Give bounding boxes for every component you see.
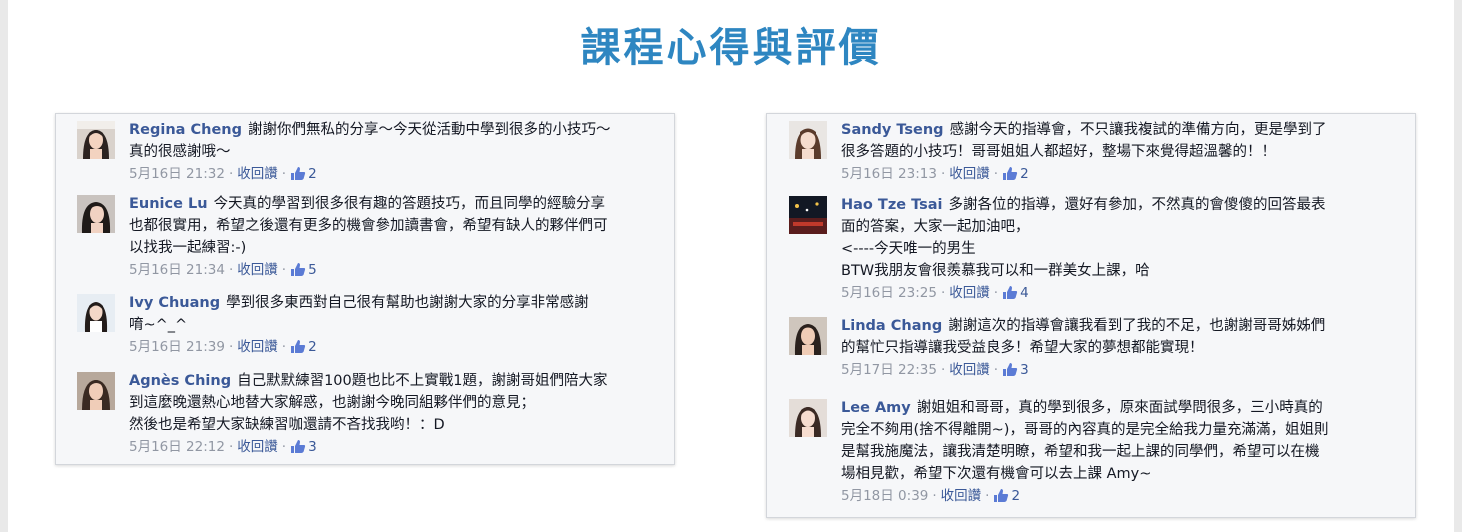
thumbs-up-icon	[290, 339, 306, 361]
thumbs-up-icon	[290, 262, 306, 284]
comments-panel-left: Regina Cheng 謝謝你們無私的分享～今天從活動中學到很多的小技巧～ 真的…	[55, 113, 675, 465]
comment-author[interactable]: Agnès Ching	[129, 373, 231, 389]
comment-meta: 5月16日 21:32 · 收回讚 · 2	[129, 163, 667, 188]
comment-author[interactable]: Eunice Lu	[129, 196, 208, 212]
unlike-link[interactable]: 收回讚	[949, 166, 990, 182]
avatar[interactable]	[789, 399, 827, 437]
page-gutter-left	[0, 0, 8, 532]
page-title: 課程心得與評價	[580, 25, 882, 71]
avatar[interactable]	[77, 372, 115, 410]
comment-meta: 5月16日 21:34 · 收回讚 · 5	[129, 259, 667, 284]
comment-meta: 5月18日 0:39 · 收回讚 · 2	[841, 485, 1409, 510]
thumbs-up-icon	[993, 488, 1009, 510]
like-count[interactable]: 2	[1020, 166, 1029, 182]
avatar[interactable]	[789, 196, 827, 234]
thumbs-up-icon	[1002, 362, 1018, 384]
thumbs-up-icon	[290, 166, 306, 188]
unlike-link[interactable]: 收回讚	[237, 439, 278, 455]
comment-author[interactable]: Lee Amy	[841, 400, 911, 416]
unlike-link[interactable]: 收回讚	[237, 166, 278, 182]
comment-meta: 5月16日 22:12 · 收回讚 · 3	[129, 436, 667, 461]
comment-timestamp[interactable]: 5月16日 21:34	[129, 262, 225, 278]
thumbs-up-icon	[1002, 285, 1018, 307]
like-count[interactable]: 3	[1020, 362, 1029, 378]
like-count[interactable]: 2	[1011, 488, 1020, 504]
unlike-link[interactable]: 收回讚	[949, 285, 990, 301]
like-count[interactable]: 3	[308, 439, 317, 455]
comment-author[interactable]: Regina Cheng	[129, 122, 242, 138]
thumbs-up-icon	[290, 439, 306, 461]
comment-text: 謝姐姐和哥哥，真的學到很多，原來面試學問很多，三小時真的 完全不夠用(捨不得離開…	[841, 400, 1329, 482]
comment-author[interactable]: Hao Tze Tsai	[841, 197, 943, 213]
unlike-link[interactable]: 收回讚	[237, 262, 278, 278]
thumbs-up-icon	[1002, 166, 1018, 188]
comment-author[interactable]: Ivy Chuang	[129, 295, 220, 311]
comment-author[interactable]: Linda Chang	[841, 318, 942, 334]
avatar[interactable]	[789, 121, 827, 159]
comment-timestamp[interactable]: 5月16日 22:12	[129, 439, 225, 455]
page-gutter-right	[1454, 0, 1462, 532]
avatar[interactable]	[77, 121, 115, 159]
like-count[interactable]: 2	[308, 339, 317, 355]
comment-timestamp[interactable]: 5月17日 22:35	[841, 362, 937, 378]
comment-timestamp[interactable]: 5月16日 23:13	[841, 166, 937, 182]
comment-timestamp[interactable]: 5月16日 23:25	[841, 285, 937, 301]
like-count[interactable]: 4	[1020, 285, 1029, 301]
like-count[interactable]: 2	[308, 166, 317, 182]
like-count[interactable]: 5	[308, 262, 317, 278]
unlike-link[interactable]: 收回讚	[237, 339, 278, 355]
comment-timestamp[interactable]: 5月16日 21:39	[129, 339, 225, 355]
unlike-link[interactable]: 收回讚	[941, 488, 982, 504]
comment-author[interactable]: Sandy Tseng	[841, 122, 944, 138]
comment-meta: 5月16日 21:39 · 收回讚 · 2	[129, 336, 667, 361]
comments-panel-right: Sandy Tseng 感謝今天的指導會，不只讓我複試的準備方向，更是學到了 很多…	[766, 113, 1416, 518]
avatar[interactable]	[77, 195, 115, 233]
comment-meta: 5月16日 23:13 · 收回讚 · 2	[841, 163, 1409, 188]
comment-timestamp[interactable]: 5月18日 0:39	[841, 488, 928, 504]
avatar[interactable]	[77, 294, 115, 332]
unlike-link[interactable]: 收回讚	[949, 362, 990, 378]
avatar[interactable]	[789, 317, 827, 355]
comment-meta: 5月16日 23:25 · 收回讚 · 4	[841, 282, 1409, 307]
comment-timestamp[interactable]: 5月16日 21:32	[129, 166, 225, 182]
comment-meta: 5月17日 22:35 · 收回讚 · 3	[841, 359, 1409, 384]
